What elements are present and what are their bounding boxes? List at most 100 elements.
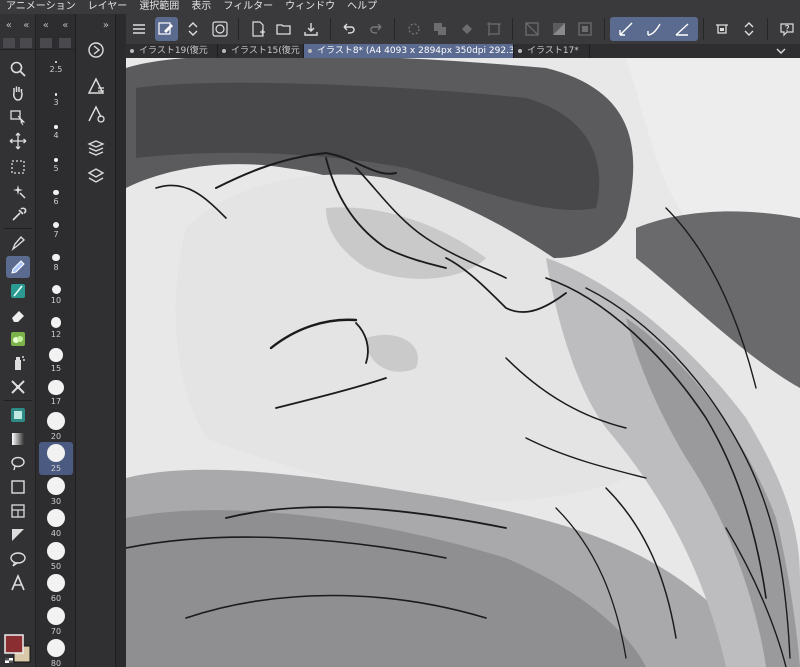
menu-window[interactable]: ウィンドウ <box>279 0 341 14</box>
hamburger-menu-button[interactable] <box>128 17 151 41</box>
tab-illust-17[interactable]: イラスト17* <box>514 44 590 58</box>
redo-button[interactable] <box>364 17 387 41</box>
selection-edge-button[interactable] <box>402 17 425 41</box>
layer-icon[interactable] <box>86 166 106 186</box>
menu-view[interactable]: 表示 <box>185 0 217 14</box>
snap-special-button[interactable] <box>642 17 666 41</box>
figure-tool[interactable] <box>6 476 30 498</box>
menu-help[interactable]: ヘルプ <box>341 0 383 14</box>
tool-separator <box>4 228 32 229</box>
palette-tab[interactable] <box>2 38 15 48</box>
layer-property-icon[interactable] <box>86 138 106 158</box>
brush-size-dot <box>53 157 59 162</box>
brush-size-option[interactable]: 6 <box>39 182 73 215</box>
decoration-tool[interactable] <box>6 376 30 398</box>
help-button[interactable] <box>775 17 798 41</box>
toolbar-separator <box>394 18 396 40</box>
color-swatch[interactable] <box>4 634 32 664</box>
menu-selection[interactable]: 選択範囲 <box>133 0 185 14</box>
balloon-tool[interactable] <box>6 548 30 570</box>
brush-size-option[interactable]: 5 <box>39 150 73 183</box>
brush-size-option[interactable]: 70 <box>39 605 73 638</box>
brush-size-option[interactable]: 25 <box>39 442 73 475</box>
layout-stepper-button[interactable] <box>738 17 761 41</box>
collapse-icon[interactable]: « <box>62 20 68 31</box>
spray-icon <box>15 356 25 370</box>
blend-tool[interactable] <box>6 328 30 350</box>
collapse-left-icon[interactable]: « <box>6 20 12 31</box>
brush-size-option[interactable]: 8 <box>39 247 73 280</box>
spray-tool[interactable] <box>6 352 30 374</box>
snap-ruler-icon <box>619 22 633 36</box>
palette-tab[interactable] <box>59 38 72 48</box>
brush-size-option[interactable]: 20 <box>39 410 73 443</box>
pencil-tool[interactable] <box>6 256 30 278</box>
brush-size-option[interactable]: 10 <box>39 280 73 313</box>
layout-button[interactable] <box>711 17 734 41</box>
brush-size-option[interactable]: 40 <box>39 507 73 540</box>
toolbar-separator <box>702 18 704 40</box>
undo-button[interactable] <box>338 17 361 41</box>
chevron-down-icon[interactable] <box>776 44 786 58</box>
new-file-button[interactable] <box>246 17 269 41</box>
gray-fill-button[interactable] <box>547 17 570 41</box>
brush-size-option[interactable]: 2.5 <box>39 52 73 85</box>
brush-size-option[interactable]: 80 <box>39 637 73 667</box>
brush-tool[interactable] <box>6 280 30 302</box>
tool-settings-icon[interactable] <box>86 104 106 124</box>
border-effect-tool[interactable] <box>6 404 30 426</box>
menu-animation[interactable]: アニメーション <box>0 0 82 14</box>
speech-balloon-icon <box>10 552 26 567</box>
frame-tool[interactable] <box>6 500 30 522</box>
stepper-button[interactable] <box>182 17 205 41</box>
tab-illust-19[interactable]: イラスト19(復元 <box>126 44 218 58</box>
fill-selection-button[interactable] <box>456 17 479 41</box>
drawing-canvas[interactable] <box>126 58 800 667</box>
save-button[interactable] <box>300 17 323 41</box>
brush-size-option[interactable]: 3 <box>39 85 73 118</box>
tab-illust-8[interactable]: イラスト8* (A4 4093 x 2894px 350dpi 292.3%) <box>304 44 514 58</box>
eyedropper-tool[interactable] <box>6 204 30 226</box>
tool-property-icon[interactable] <box>86 76 106 96</box>
move-tool[interactable] <box>6 130 30 152</box>
transform-button[interactable] <box>483 17 506 41</box>
gradient-tool[interactable] <box>6 428 30 450</box>
frame-button[interactable] <box>574 17 597 41</box>
snap-ruler-button[interactable] <box>614 17 638 41</box>
save-tray-icon <box>304 23 318 36</box>
eraser-tool[interactable] <box>6 304 30 326</box>
zoom-tool[interactable] <box>6 58 30 80</box>
auto-select-tool[interactable] <box>6 180 30 202</box>
brush-size-option[interactable]: 50 <box>39 540 73 573</box>
open-file-button[interactable] <box>273 17 296 41</box>
brush-size-option[interactable]: 15 <box>39 345 73 378</box>
tab-illust-15[interactable]: イラスト15(復元 <box>218 44 304 58</box>
copy-button[interactable] <box>429 17 452 41</box>
fill-tool[interactable] <box>6 452 30 474</box>
edit-mode-button[interactable] <box>154 17 178 41</box>
sub-tool-menu-icon[interactable] <box>86 40 106 60</box>
collapse-mid-icon[interactable]: « <box>23 20 29 31</box>
menu-filter[interactable]: フィルター <box>217 0 279 14</box>
spiral-button[interactable] <box>208 17 231 41</box>
palette-tab[interactable] <box>20 38 33 48</box>
transparency-button[interactable] <box>520 17 543 41</box>
palette-tab[interactable] <box>39 38 52 48</box>
selection-tool[interactable] <box>6 156 30 178</box>
collapse-icon[interactable]: « <box>43 20 49 31</box>
snap-grid-button[interactable] <box>670 17 694 41</box>
brush-size-option[interactable]: 30 <box>39 475 73 508</box>
hand-tool[interactable] <box>6 82 30 104</box>
brush-size-option[interactable]: 4 <box>39 117 73 150</box>
ruler-tool[interactable] <box>6 524 30 546</box>
brush-size-option[interactable]: 7 <box>39 215 73 248</box>
pen-tool[interactable] <box>6 232 30 254</box>
text-tool[interactable] <box>6 572 30 594</box>
expand-icon[interactable]: » <box>103 20 109 31</box>
object-tool[interactable] <box>6 106 30 128</box>
menu-layer[interactable]: レイヤー <box>82 0 134 14</box>
brush-size-option[interactable]: 17 <box>39 377 73 410</box>
toolbar-separator <box>603 18 605 40</box>
brush-size-option[interactable]: 12 <box>39 312 73 345</box>
brush-size-option[interactable]: 60 <box>39 572 73 605</box>
